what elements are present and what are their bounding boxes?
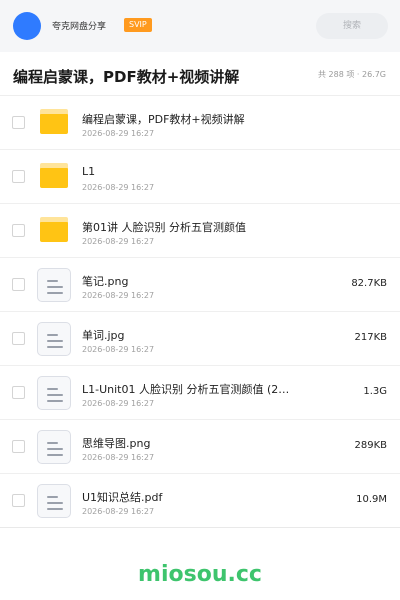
document-icon: [37, 430, 71, 464]
document-icon: [37, 484, 71, 518]
item-size: 289KB: [354, 440, 387, 451]
avatar[interactable]: [13, 12, 41, 40]
watermark-text: miosou.cc: [138, 562, 262, 587]
item-size: 217KB: [354, 332, 387, 343]
list-item[interactable]: 编程启蒙课，PDF教材+视频讲解 2026-08-29 16:27: [0, 96, 400, 150]
item-name: 单词.jpg: [82, 329, 125, 342]
item-size: 82.7KB: [351, 278, 387, 289]
item-date: 2026-08-29 16:27: [82, 507, 155, 516]
select-checkbox[interactable]: [12, 116, 25, 129]
item-date: 2026-08-29 16:27: [82, 399, 155, 408]
folder-icon: [40, 217, 68, 242]
list-item[interactable]: L1 2026-08-29 16:27: [0, 150, 400, 204]
select-checkbox[interactable]: [12, 278, 25, 291]
select-checkbox[interactable]: [12, 170, 25, 183]
item-size: 10.9M: [356, 494, 387, 505]
svip-badge: SVIP: [124, 18, 152, 32]
folder-icon: [40, 163, 68, 188]
folder-icon: [40, 109, 68, 134]
select-checkbox[interactable]: [12, 386, 25, 399]
select-checkbox[interactable]: [12, 440, 25, 453]
item-date: 2026-08-29 16:27: [82, 345, 155, 354]
item-name: 第01讲 人脸识别 分析五官测颜值: [82, 221, 246, 234]
document-icon: [37, 268, 71, 302]
list-item[interactable]: 思维导图.png 2026-08-29 16:27 289KB: [0, 420, 400, 474]
select-checkbox[interactable]: [12, 494, 25, 507]
list-item[interactable]: U1知识总结.pdf 2026-08-29 16:27 10.9M: [0, 474, 400, 528]
document-icon: [37, 376, 71, 410]
search-input[interactable]: 搜索: [316, 13, 388, 39]
select-checkbox[interactable]: [12, 332, 25, 345]
list-item[interactable]: 单词.jpg 2026-08-29 16:27 217KB: [0, 312, 400, 366]
user-name: 夸克网盘分享: [52, 22, 107, 32]
item-name: L1-Unit01 人脸识别 分析五官测颜值 (2…: [82, 383, 290, 396]
item-size: 1.3G: [363, 386, 387, 397]
item-name: L1: [82, 165, 96, 178]
item-name: 思维导图.png: [82, 437, 151, 450]
select-checkbox[interactable]: [12, 224, 25, 237]
page-title: 编程启蒙课，PDF教材+视频讲解: [13, 68, 240, 86]
file-list: 编程启蒙课，PDF教材+视频讲解 2026-08-29 16:27 L1 202…: [0, 96, 400, 528]
item-summary: 共 288 项 · 26.7G: [318, 70, 386, 79]
list-item[interactable]: L1-Unit01 人脸识别 分析五官测颜值 (2… 2026-08-29 16…: [0, 366, 400, 420]
item-date: 2026-08-29 16:27: [82, 129, 155, 138]
list-item[interactable]: 第01讲 人脸识别 分析五官测颜值 2026-08-29 16:27: [0, 204, 400, 258]
item-date: 2026-08-29 16:27: [82, 183, 155, 192]
item-name: U1知识总结.pdf: [82, 491, 163, 504]
item-date: 2026-08-29 16:27: [82, 291, 155, 300]
document-icon: [37, 322, 71, 356]
item-date: 2026-08-29 16:27: [82, 237, 155, 246]
title-bar: 编程启蒙课，PDF教材+视频讲解 共 288 项 · 26.7G: [0, 52, 400, 96]
header-bar: 夸克网盘分享 SVIP 搜索: [0, 0, 400, 52]
item-name: 编程启蒙课，PDF教材+视频讲解: [82, 113, 245, 126]
list-item[interactable]: 笔记.png 2026-08-29 16:27 82.7KB: [0, 258, 400, 312]
item-name: 笔记.png: [82, 275, 129, 288]
item-date: 2026-08-29 16:27: [82, 453, 155, 462]
